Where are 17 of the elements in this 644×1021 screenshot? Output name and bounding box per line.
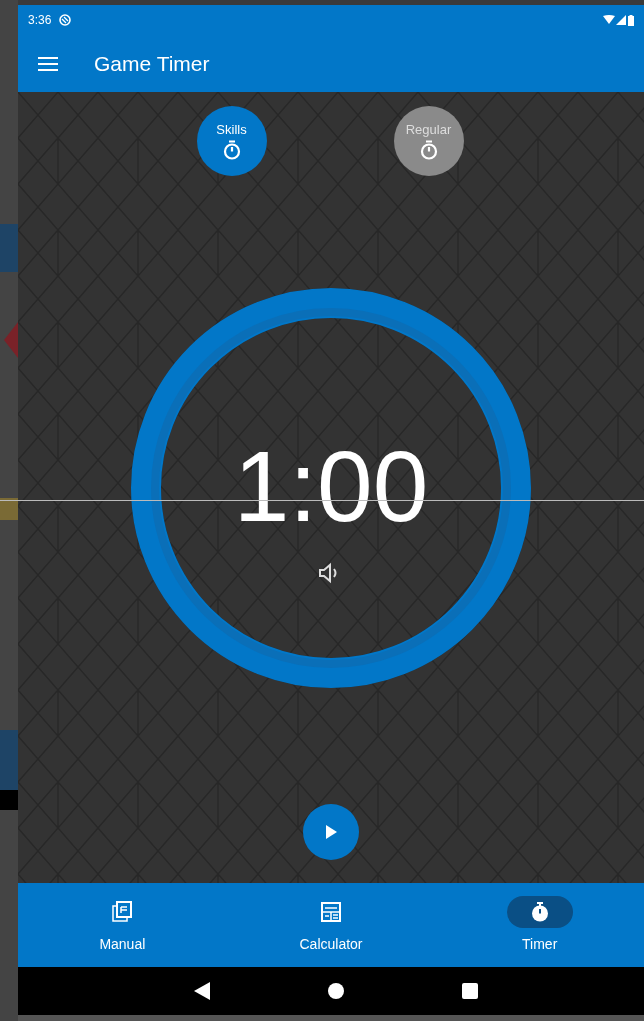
nav-tab[interactable]: Manual <box>18 895 227 955</box>
signal-icon <box>616 15 626 25</box>
play-icon <box>323 824 339 840</box>
nav-tab[interactable]: Timer <box>435 895 644 955</box>
notification-icon <box>59 14 72 26</box>
home-icon[interactable] <box>328 983 344 999</box>
calculator-icon <box>320 900 342 923</box>
nav-tab[interactable]: Calculator <box>226 895 436 955</box>
stopwatch-icon <box>419 139 438 160</box>
back-icon[interactable] <box>194 982 210 1000</box>
status-time: 3:36 <box>28 12 52 29</box>
battery-icon <box>628 14 634 26</box>
app-title: Game Timer <box>94 50 210 77</box>
wifi-icon <box>603 15 615 25</box>
menu-icon[interactable] <box>38 56 58 71</box>
book-icon <box>111 900 134 923</box>
stopwatch-icon <box>222 139 241 160</box>
